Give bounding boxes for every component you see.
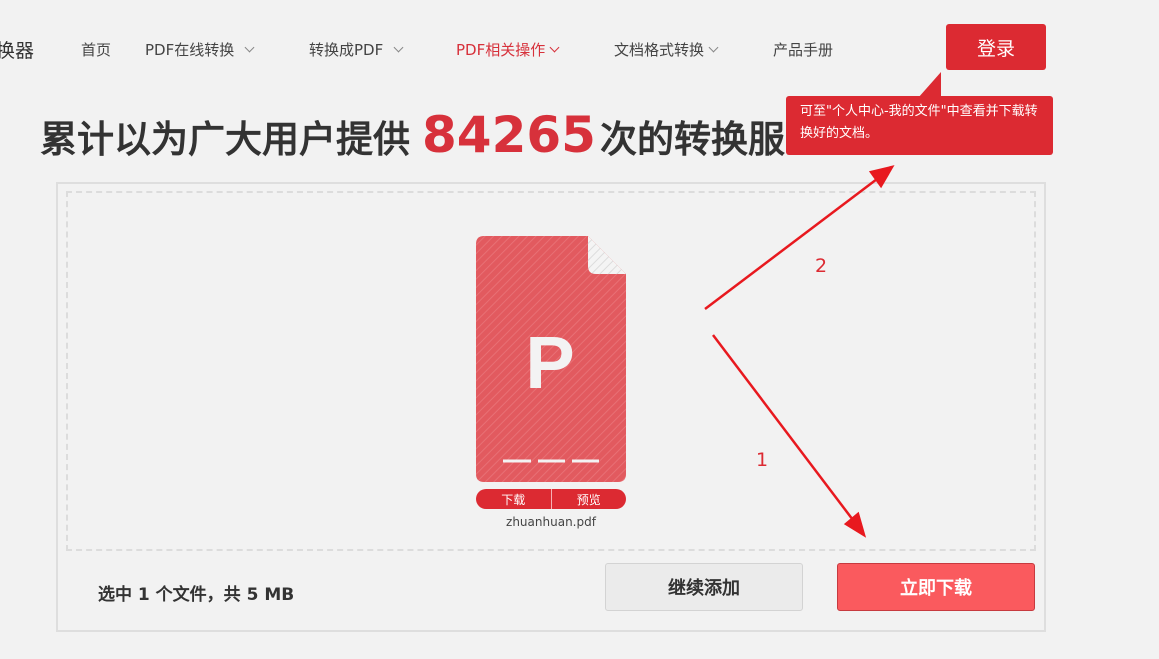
nav-pdf-operations[interactable]: PDF相关操作 xyxy=(456,39,560,60)
continue-add-button[interactable]: 继续添加 xyxy=(605,563,803,611)
page-headline: 累计以为广大用户提供 84265 次的转换服 xyxy=(40,100,790,170)
nav-convert-to-pdf[interactable]: 转换成PDF xyxy=(309,39,404,60)
selection-summary: 选中 1 个文件，共 5 MB xyxy=(98,585,295,605)
login-button[interactable]: 登录 xyxy=(946,24,1046,70)
nav-convert-to-pdf-label: 转换成PDF xyxy=(309,41,384,59)
chevron-down-icon xyxy=(393,42,404,53)
file-download-button[interactable]: 下载 xyxy=(476,489,551,509)
nav-home[interactable]: 首页 xyxy=(81,39,111,60)
file-name: zhuanhuan.pdf xyxy=(506,515,596,529)
conversion-count: 84265 xyxy=(422,106,596,164)
brand-logo-text[interactable]: 换器 xyxy=(0,36,34,63)
pdf-file-card[interactable]: P xyxy=(476,236,626,482)
chevron-down-icon xyxy=(708,42,719,53)
nav-pdf-online-convert-label: PDF在线转换 xyxy=(145,41,235,59)
download-now-button[interactable]: 立即下载 xyxy=(837,563,1035,611)
chevron-down-icon xyxy=(244,42,255,53)
headline-suffix: 次的转换服 xyxy=(599,118,785,161)
nav-doc-format-convert[interactable]: 文档格式转换 xyxy=(614,39,719,60)
nav-product-manual[interactable]: 产品手册 xyxy=(773,39,833,60)
file-preview-button[interactable]: 预览 xyxy=(550,489,626,509)
annotation-step-1: 1 xyxy=(756,449,769,471)
annotation-step-2: 2 xyxy=(815,255,828,277)
nav-home-label: 首页 xyxy=(81,41,112,59)
file-type-letter: P xyxy=(525,321,574,404)
nav-product-manual-label: 产品手册 xyxy=(773,41,834,59)
nav-pdf-online-convert[interactable]: PDF在线转换 xyxy=(145,39,255,60)
tooltip-pointer xyxy=(918,72,941,98)
pdf-file-icon: P xyxy=(476,236,626,482)
tooltip-text: 可至"个人中心-我的文件"中查看并下载转换好的文档。 xyxy=(800,104,1038,141)
nav-pdf-operations-label: PDF相关操作 xyxy=(456,41,546,59)
chevron-down-icon xyxy=(549,42,560,53)
file-actions: 下载 预览 xyxy=(476,489,626,509)
login-hint-tooltip: 可至"个人中心-我的文件"中查看并下载转换好的文档。 xyxy=(786,96,1053,155)
nav-doc-format-convert-label: 文档格式转换 xyxy=(614,41,705,59)
headline-prefix: 累计以为广大用户提供 xyxy=(40,118,410,161)
